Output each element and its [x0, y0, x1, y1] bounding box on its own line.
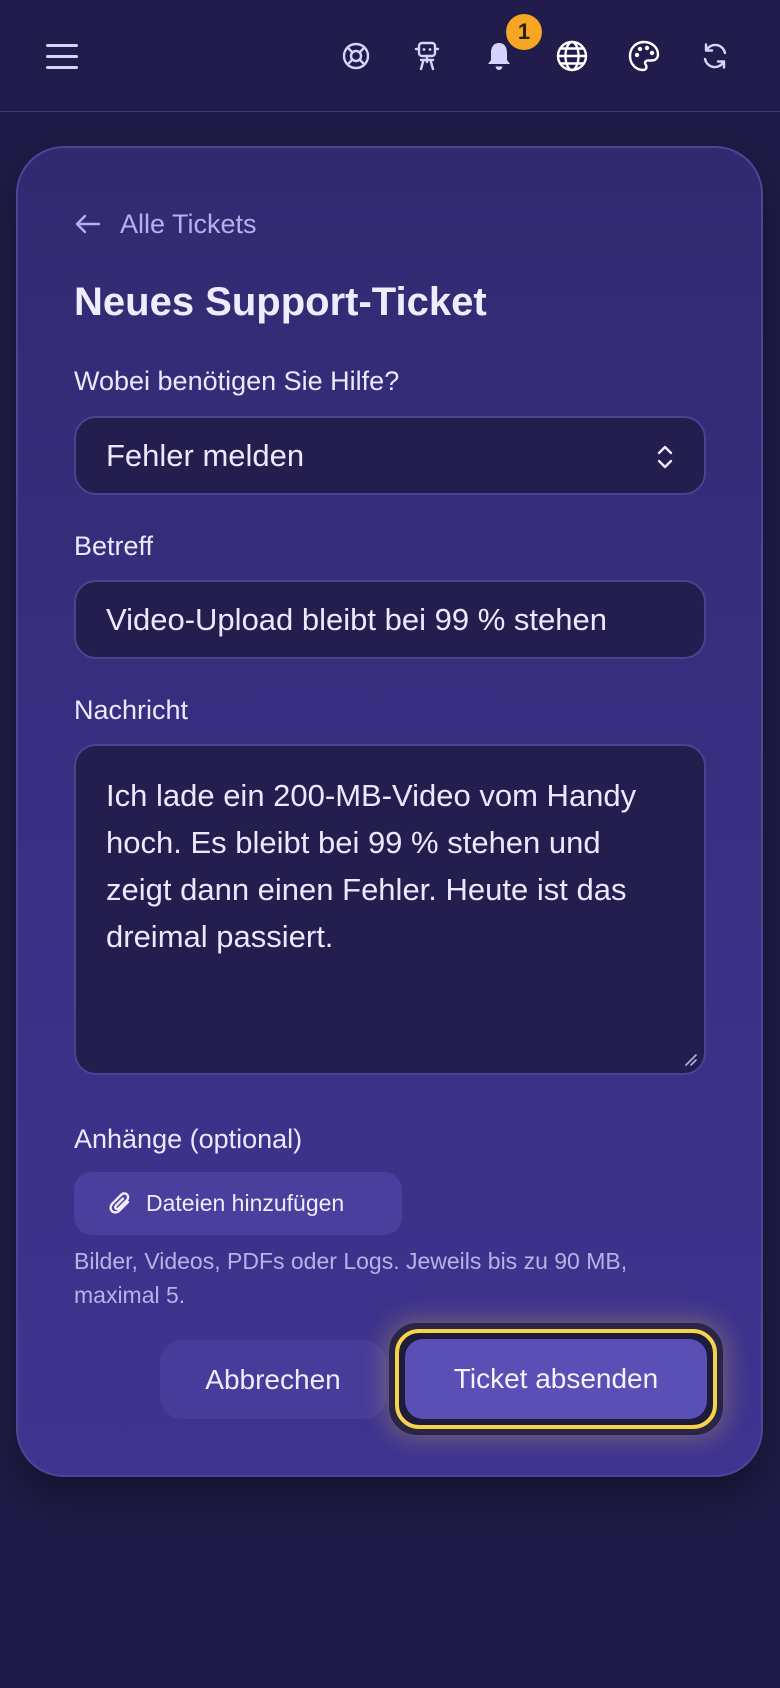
theme-button[interactable] [622, 34, 666, 78]
add-files-button[interactable]: Dateien hinzufügen [74, 1172, 402, 1235]
globe-icon [556, 40, 588, 72]
notification-badge: 1 [506, 14, 542, 50]
palette-icon [628, 40, 660, 72]
submit-ticket-button[interactable]: Ticket absenden [395, 1329, 717, 1429]
category-select[interactable]: Fehler melden [74, 416, 706, 495]
menu-icon [46, 44, 78, 69]
category-select-value: Fehler melden [106, 437, 305, 473]
add-files-label: Dateien hinzufügen [146, 1190, 345, 1216]
robot-icon [414, 41, 440, 71]
bell-icon [488, 43, 510, 70]
submit-button-label: Ticket absenden [453, 1363, 659, 1394]
message-textarea-value: Ich lade ein 200-MB-Video vom Handy hoch… [106, 778, 637, 954]
paperclip-icon [109, 1191, 130, 1214]
menu-button[interactable] [44, 38, 84, 74]
subject-input[interactable]: Video-Upload bleibt bei 99 % stehen [74, 580, 706, 659]
subject-input-value: Video-Upload bleibt bei 99 % stehen [106, 601, 607, 637]
attachments-label: Anhänge (optional) [74, 1124, 303, 1154]
chevron-up-down-icon [657, 445, 673, 469]
back-link-label: Alle Tickets [120, 208, 257, 239]
subject-label: Betreff [74, 531, 154, 561]
refresh-icon [703, 43, 727, 69]
refresh-button[interactable] [693, 34, 737, 78]
cancel-button[interactable]: Abbrechen [160, 1340, 386, 1419]
attachments-hint: Bilder, Videos, PDFs oder Logs. Jeweils … [74, 1248, 628, 1308]
assistant-button[interactable] [405, 34, 449, 78]
submit-button-face: Ticket absenden [405, 1339, 707, 1419]
top-bar: 1 [0, 0, 780, 112]
lifebuoy-icon [342, 42, 370, 70]
cancel-button-label: Abbrechen [205, 1363, 341, 1395]
back-to-tickets-link[interactable]: Alle Tickets [74, 206, 257, 242]
message-textarea[interactable]: Ich lade ein 200-MB-Video vom Handy hoch… [74, 744, 706, 1075]
message-label: Nachricht [74, 695, 189, 725]
language-button[interactable] [550, 34, 594, 78]
resize-grip-icon[interactable] [682, 1051, 698, 1067]
help-button[interactable] [334, 34, 378, 78]
category-label: Wobei benötigen Sie Hilfe? [74, 366, 400, 396]
page-title: Neues Support-Ticket [74, 280, 487, 324]
arrow-left-icon [75, 214, 101, 234]
